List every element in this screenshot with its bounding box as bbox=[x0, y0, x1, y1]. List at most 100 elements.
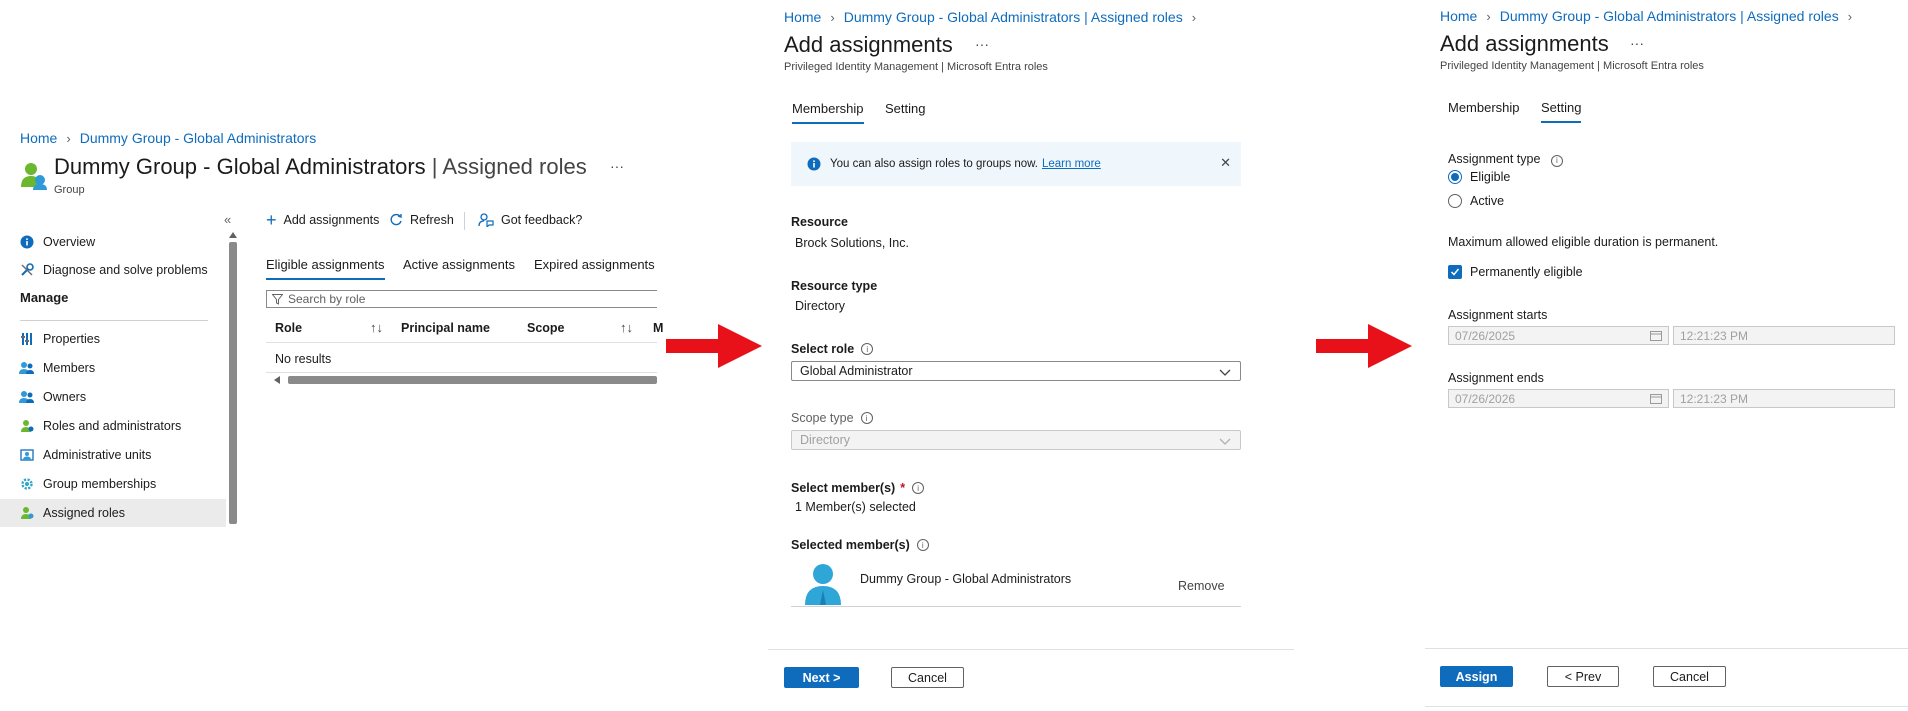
sidebar-item-label: Members bbox=[43, 361, 96, 375]
tab-expired-assignments[interactable]: Expired assignments bbox=[534, 257, 655, 272]
toolbar-divider bbox=[464, 212, 465, 230]
tab-setting[interactable]: Setting bbox=[1541, 100, 1582, 123]
info-banner: You can also assign roles to groups now.… bbox=[791, 142, 1241, 186]
cancel-button[interactable]: Cancel bbox=[1653, 666, 1726, 687]
sidebar-item-group-memberships[interactable]: Group memberships bbox=[0, 470, 226, 498]
select-role-label: Select role i bbox=[791, 342, 874, 356]
breadcrumb-home[interactable]: Home bbox=[784, 9, 821, 25]
required-marker: * bbox=[900, 481, 906, 495]
sidebar-item-admin-units[interactable]: Administrative units bbox=[0, 441, 226, 469]
close-icon[interactable]: ✕ bbox=[1220, 155, 1231, 171]
sidebar-item-properties[interactable]: Properties bbox=[0, 325, 226, 353]
radio-button-selected[interactable] bbox=[1448, 170, 1462, 184]
sidebar-scrollbar[interactable] bbox=[229, 242, 237, 524]
end-date-input: 07/26/2026 bbox=[1448, 389, 1669, 408]
checkbox-checked-icon[interactable] bbox=[1448, 265, 1462, 279]
breadcrumb-separator: › bbox=[1486, 8, 1491, 24]
radio-eligible-label: Eligible bbox=[1470, 170, 1511, 184]
sidebar-item-owners[interactable]: Owners bbox=[0, 383, 226, 411]
breadcrumb-group[interactable]: Dummy Group - Global Administrators bbox=[80, 130, 317, 146]
sidebar-item-members[interactable]: Members bbox=[0, 354, 226, 382]
radio-button[interactable] bbox=[1448, 194, 1462, 208]
prev-button[interactable]: < Prev bbox=[1547, 666, 1619, 687]
max-duration-text: Maximum allowed eligible duration is per… bbox=[1448, 235, 1719, 249]
tab-setting[interactable]: Setting bbox=[885, 101, 925, 116]
select-role-dropdown[interactable]: Global Administrator bbox=[791, 361, 1241, 381]
breadcrumb-home[interactable]: Home bbox=[20, 130, 57, 146]
breadcrumb-assigned-roles[interactable]: Dummy Group - Global Administrators | As… bbox=[844, 9, 1183, 25]
sidebar-item-label: Group memberships bbox=[43, 477, 157, 491]
properties-icon bbox=[18, 330, 36, 348]
page-subtitle: Privileged Identity Management | Microso… bbox=[1440, 60, 1704, 72]
no-results-text: No results bbox=[275, 352, 332, 366]
radio-active[interactable]: Active bbox=[1448, 194, 1504, 208]
sidebar-item-roles-admins[interactable]: Roles and administrators bbox=[0, 412, 226, 440]
tab-active-assignments[interactable]: Active assignments bbox=[403, 257, 515, 272]
filter-icon bbox=[272, 293, 283, 305]
info-icon[interactable]: i bbox=[1550, 154, 1563, 167]
breadcrumb-assigned-roles[interactable]: Dummy Group - Global Administrators | As… bbox=[1500, 8, 1839, 24]
more-options-button[interactable]: ··· bbox=[975, 36, 989, 52]
cancel-button[interactable]: Cancel bbox=[891, 667, 964, 688]
tab-membership[interactable]: Membership bbox=[792, 101, 864, 124]
info-icon[interactable]: i bbox=[912, 482, 925, 494]
selected-members-label-text: Selected member(s) bbox=[791, 538, 910, 552]
radio-eligible[interactable]: Eligible bbox=[1448, 170, 1510, 184]
column-header-truncated[interactable]: M bbox=[653, 321, 663, 335]
breadcrumb-home[interactable]: Home bbox=[1440, 8, 1477, 24]
sidebar-item-diagnose[interactable]: Diagnose and solve problems bbox=[0, 256, 226, 284]
feedback-button[interactable]: Got feedback? bbox=[478, 213, 582, 227]
scroll-left-arrow[interactable] bbox=[274, 376, 280, 384]
page-title-main: Dummy Group - Global Administrators bbox=[54, 154, 426, 179]
resource-label: Resource bbox=[791, 215, 848, 229]
info-icon[interactable]: i bbox=[860, 412, 873, 424]
sort-icon[interactable]: ↑↓ bbox=[620, 320, 633, 335]
scroll-up-arrow[interactable] bbox=[229, 232, 237, 238]
feedback-icon bbox=[478, 213, 494, 227]
info-icon bbox=[807, 157, 821, 171]
permanently-eligible-checkbox[interactable]: Permanently eligible bbox=[1448, 265, 1583, 279]
sort-icon[interactable]: ↑↓ bbox=[370, 320, 383, 335]
remove-member-button[interactable]: Remove bbox=[1178, 579, 1225, 593]
owners-icon bbox=[18, 388, 36, 406]
page-title-suffix: | Assigned roles bbox=[431, 154, 587, 179]
sidebar-item-label: Properties bbox=[43, 332, 100, 346]
table-row-divider bbox=[266, 372, 657, 373]
selected-members-label: Selected member(s) i bbox=[791, 538, 929, 552]
scope-type-label: Scope type i bbox=[791, 411, 873, 425]
sidebar-item-overview[interactable]: Overview bbox=[0, 228, 226, 256]
assign-button[interactable]: Assign bbox=[1440, 666, 1513, 687]
more-options-button[interactable]: ··· bbox=[1630, 35, 1644, 51]
sidebar-item-label: Roles and administrators bbox=[43, 419, 182, 433]
info-icon[interactable]: i bbox=[861, 343, 874, 355]
assignment-type-label-text: Assignment type bbox=[1448, 152, 1541, 166]
breadcrumb-separator: › bbox=[1191, 9, 1197, 25]
admin-units-icon bbox=[18, 446, 36, 464]
column-header-role[interactable]: Role bbox=[275, 321, 302, 335]
tab-eligible-assignments[interactable]: Eligible assignments bbox=[266, 257, 385, 280]
add-assignments-button[interactable]: + Add assignments bbox=[266, 211, 379, 229]
column-header-principal-name[interactable]: Principal name bbox=[401, 321, 490, 335]
sidebar-item-label: Administrative units bbox=[43, 448, 152, 462]
more-options-button[interactable]: ··· bbox=[610, 158, 624, 174]
footer-divider bbox=[1425, 648, 1908, 649]
table-scrollbar[interactable] bbox=[288, 376, 657, 384]
wrench-icon bbox=[18, 261, 36, 279]
learn-more-link[interactable]: Learn more bbox=[1042, 158, 1101, 170]
gear-icon bbox=[18, 475, 36, 493]
members-selected-link[interactable]: 1 Member(s) selected bbox=[795, 500, 916, 514]
feedback-label: Got feedback? bbox=[501, 213, 583, 227]
refresh-button[interactable]: Refresh bbox=[389, 213, 454, 227]
select-role-label-text: Select role bbox=[791, 342, 855, 356]
roles-icon bbox=[18, 417, 36, 435]
breadcrumb: Home › Dummy Group - Global Administrato… bbox=[1440, 8, 1861, 24]
sidebar-item-assigned-roles[interactable]: Assigned roles bbox=[0, 499, 226, 527]
assigned-roles-icon bbox=[18, 504, 36, 522]
info-icon[interactable]: i bbox=[916, 539, 929, 551]
next-button[interactable]: Next > bbox=[784, 667, 859, 688]
tab-membership[interactable]: Membership bbox=[1448, 100, 1520, 115]
collapse-sidebar-button[interactable]: « bbox=[224, 212, 231, 227]
search-box[interactable]: Search by role bbox=[266, 290, 657, 308]
column-header-scope[interactable]: Scope bbox=[527, 321, 565, 335]
page-subtitle: Group bbox=[54, 184, 85, 196]
